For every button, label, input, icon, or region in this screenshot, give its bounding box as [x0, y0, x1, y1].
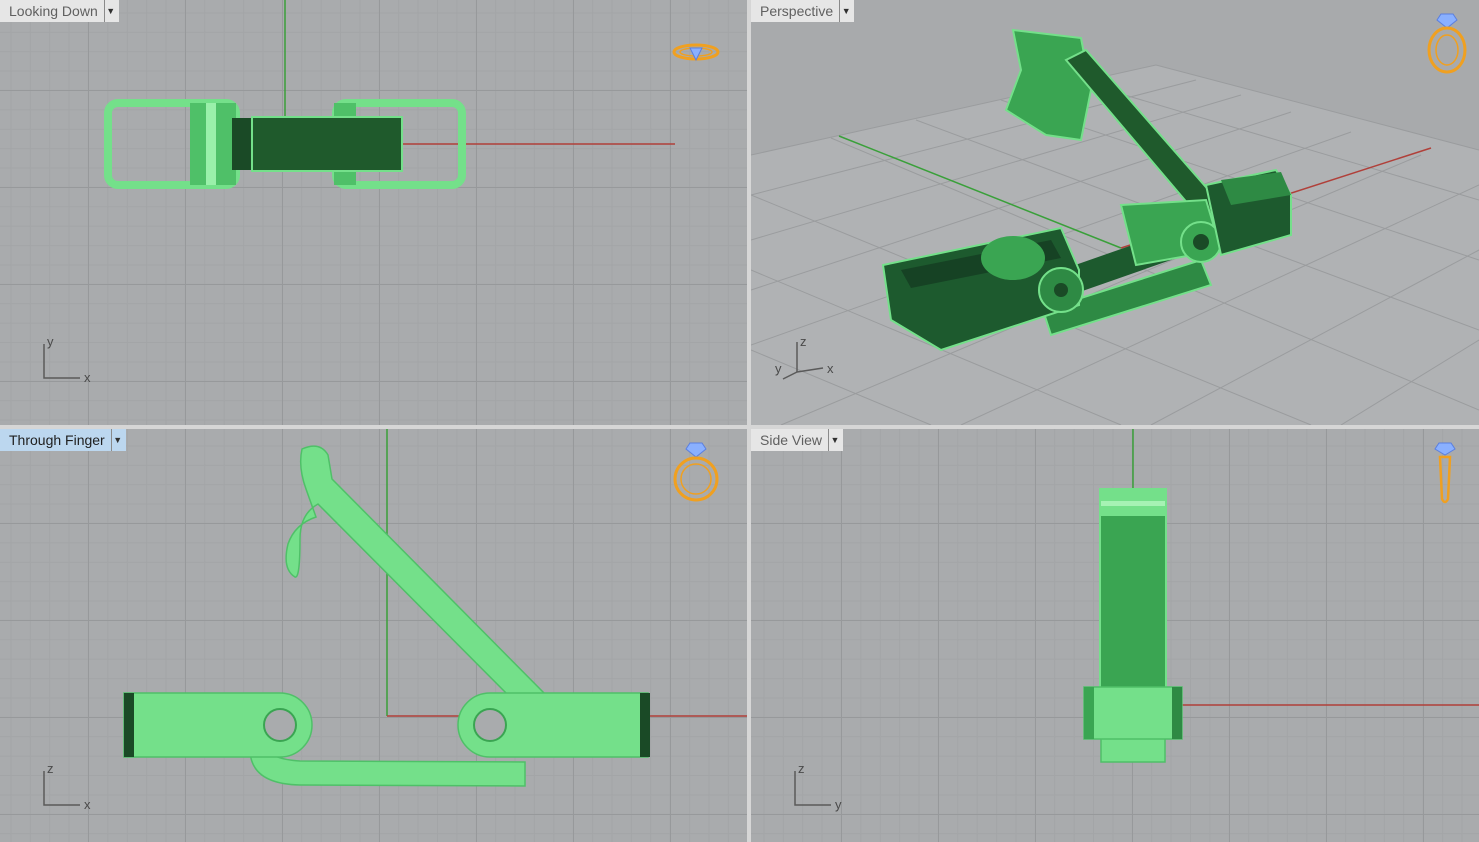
axis-label-vertical: z [47, 763, 54, 776]
viewport-splitter-horizontal[interactable] [0, 425, 1479, 429]
axis-label-horizontal: x [84, 370, 91, 385]
axis-label-vertical: z [800, 334, 807, 349]
dropdown-arrow-icon[interactable]: ▼ [839, 0, 852, 22]
axis-label-horizontal: y [835, 797, 842, 812]
viewport-title[interactable]: Through Finger [0, 429, 111, 451]
axis-label-vertical: z [798, 763, 805, 776]
viewport-perspective[interactable]: Perspective ▼ z y x [751, 0, 1479, 425]
dropdown-arrow-icon[interactable]: ▼ [828, 429, 841, 451]
viewport-title[interactable]: Looking Down [0, 0, 104, 22]
viewport-looking-down[interactable]: Looking Down ▼ y x [0, 0, 747, 425]
ring-navigation-icon[interactable] [1431, 441, 1461, 512]
axis-label-vertical: y [47, 336, 54, 349]
axis-label-right: x [827, 361, 834, 376]
viewport-label-looking-down[interactable]: Looking Down ▼ [0, 0, 119, 22]
viewport-splitter-vertical[interactable] [747, 0, 751, 842]
viewport-label-perspective[interactable]: Perspective ▼ [751, 0, 855, 22]
viewport-through-finger[interactable]: Through Finger ▼ z x [0, 429, 747, 842]
front-view-canvas[interactable] [0, 429, 747, 842]
axis-gizmo-side: z y [787, 761, 857, 818]
viewport-label-side-view[interactable]: Side View ▼ [751, 429, 844, 451]
perspective-canvas[interactable] [751, 0, 1479, 425]
ring-navigation-icon[interactable] [1423, 12, 1471, 81]
viewport-label-through-finger[interactable]: Through Finger ▼ [0, 429, 126, 451]
top-view-canvas[interactable] [0, 0, 747, 425]
ring-navigation-icon[interactable] [670, 441, 722, 510]
side-view-canvas[interactable] [751, 429, 1479, 842]
viewport-title[interactable]: Perspective [751, 0, 839, 22]
dropdown-arrow-icon[interactable]: ▼ [110, 429, 124, 451]
axis-gizmo-top: y x [36, 334, 106, 391]
ring-navigation-icon[interactable] [670, 38, 722, 73]
axis-gizmo-perspective: z y x [773, 334, 853, 389]
viewport-title[interactable]: Side View [751, 429, 828, 451]
axis-gizmo-front: z x [36, 761, 106, 818]
viewport-side-view[interactable]: Side View ▼ z y [751, 429, 1479, 842]
dropdown-arrow-icon[interactable]: ▼ [103, 0, 117, 22]
model-side-view[interactable] [1083, 488, 1183, 763]
axis-label-left: y [775, 361, 782, 376]
axis-label-horizontal: x [84, 797, 91, 812]
